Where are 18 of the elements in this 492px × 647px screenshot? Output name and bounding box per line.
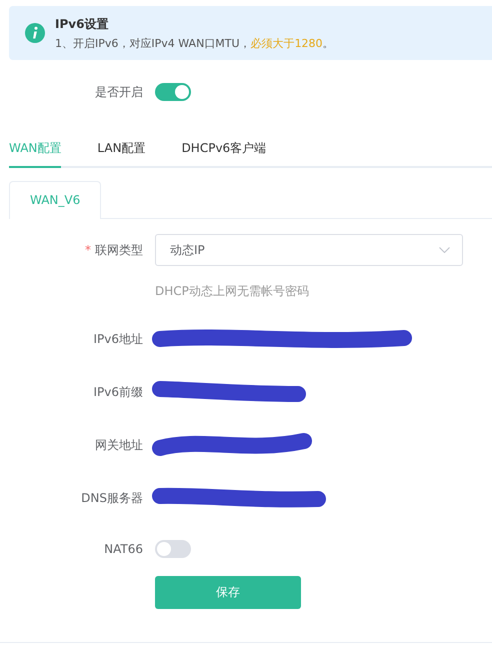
notice-text: 1、开启IPv6，对应IPv4 WAN口MTU，必须大于1280。	[55, 36, 334, 50]
hint-text: DHCP动态上网无需帐号密码	[155, 283, 309, 300]
notice-title: IPv6设置	[55, 16, 110, 32]
tab[interactable]: LAN配置	[97, 134, 146, 168]
field-label: IPv6地址	[92, 330, 143, 348]
field-label: 联网类型	[95, 242, 143, 256]
info-icon	[25, 23, 45, 43]
toggle-switch[interactable]	[155, 540, 191, 558]
field-label: NAT66	[103, 542, 143, 556]
field-label: 是否开启	[94, 84, 143, 100]
field-label: IPv6前缀	[92, 384, 143, 400]
required-mark: *	[85, 242, 91, 256]
field-label: 网关地址	[94, 436, 143, 454]
toggle-switch[interactable]	[155, 83, 191, 101]
tab[interactable]: DHCPv6客户端	[182, 134, 266, 168]
chevron-icon	[439, 247, 450, 253]
dropdown-field[interactable]: 动态IP	[155, 234, 463, 266]
field-label: DNS服务器	[80, 490, 143, 506]
